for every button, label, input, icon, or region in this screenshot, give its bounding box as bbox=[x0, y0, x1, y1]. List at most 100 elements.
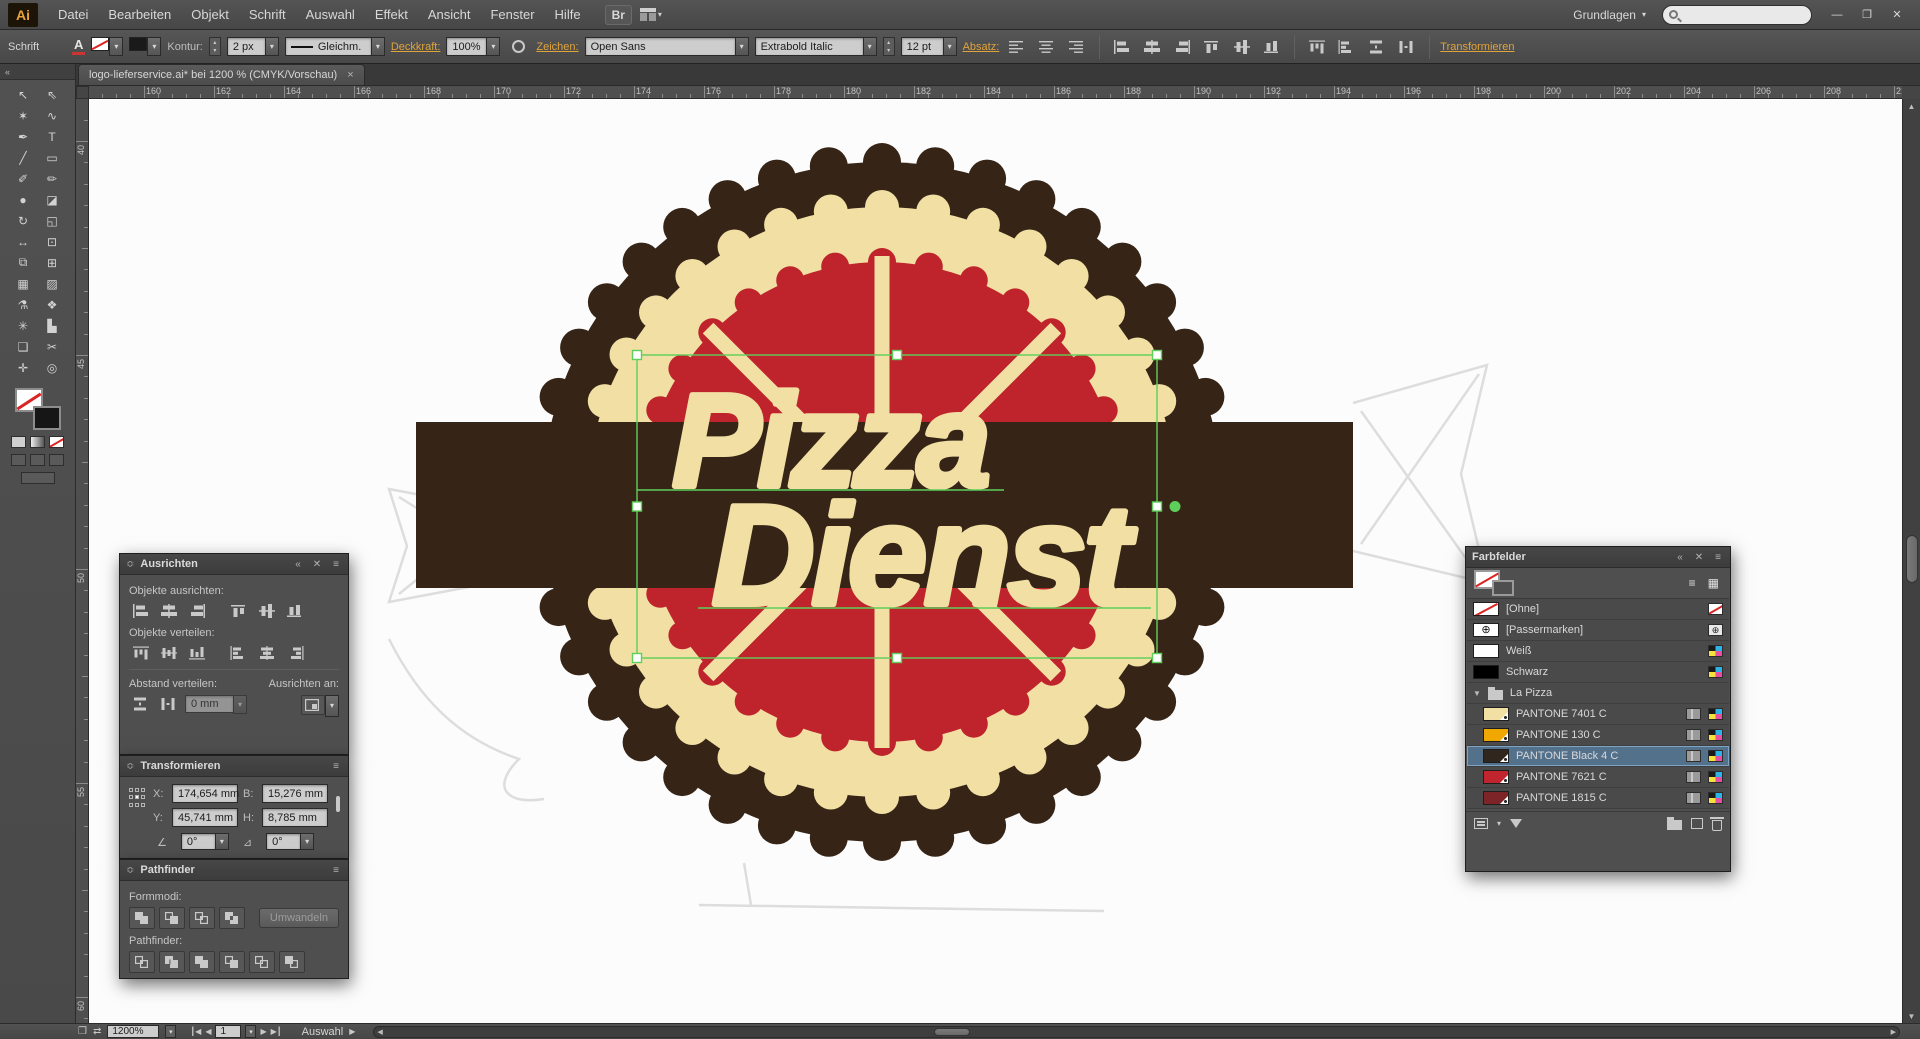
stepper-down-icon[interactable]: ▾ bbox=[887, 47, 890, 55]
distribute-bottom-button[interactable] bbox=[185, 643, 209, 663]
list-view-button[interactable]: ≡ bbox=[1686, 576, 1699, 590]
color-button[interactable] bbox=[11, 436, 26, 448]
pen-tool[interactable]: ✒ bbox=[9, 126, 38, 147]
handle-bottom-right[interactable] bbox=[1153, 654, 1162, 663]
merge-button[interactable] bbox=[189, 951, 215, 973]
unite-button[interactable] bbox=[129, 907, 155, 929]
symbol-sprayer-tool[interactable]: ✳ bbox=[9, 315, 38, 336]
character-color-icon[interactable]: A bbox=[72, 38, 85, 55]
shear-combo[interactable]: 0° ▾ bbox=[266, 833, 314, 852]
menu-bearbeiten[interactable]: Bearbeiten bbox=[98, 0, 181, 30]
swatches-panel-title[interactable]: Farbfelder bbox=[1472, 551, 1526, 563]
distribute-hcenter-button[interactable] bbox=[255, 643, 279, 663]
zoom-dropdown-icon[interactable]: ▾ bbox=[165, 1025, 176, 1038]
magic-wand-tool[interactable]: ✶ bbox=[9, 105, 38, 126]
distribute-vcenter-button[interactable] bbox=[157, 643, 181, 663]
align-paragraph-right-button[interactable] bbox=[1065, 37, 1089, 57]
vertical-scroll-thumb[interactable] bbox=[1906, 535, 1918, 583]
rotate-tool[interactable]: ↻ bbox=[9, 210, 38, 231]
cb-align-right-button[interactable] bbox=[1170, 37, 1194, 57]
handle-bottom-left[interactable] bbox=[633, 654, 642, 663]
align-paragraph-center-button[interactable] bbox=[1035, 37, 1059, 57]
panel-collapse-icon[interactable]: « bbox=[292, 559, 304, 570]
handle-bottom-mid[interactable] bbox=[893, 654, 902, 663]
selection-tool[interactable]: ↖ bbox=[9, 84, 38, 105]
panel-menu-icon[interactable]: ≡ bbox=[330, 559, 342, 570]
rotate-combo[interactable]: 0° ▾ bbox=[181, 833, 229, 852]
align-vcenter-button[interactable] bbox=[255, 601, 279, 621]
cb-distribute-top-button[interactable] bbox=[1305, 37, 1329, 57]
scroll-down-icon[interactable]: ▼ bbox=[1903, 1009, 1920, 1023]
minus-back-button[interactable] bbox=[279, 951, 305, 973]
perspective-grid-tool[interactable]: ⊞ bbox=[38, 252, 67, 273]
absatz-link[interactable]: Absatz: bbox=[963, 41, 1000, 53]
menu-effekt[interactable]: Effekt bbox=[365, 0, 418, 30]
swatch-row[interactable]: PANTONE 7401 C bbox=[1467, 704, 1729, 725]
vertical-ruler[interactable]: 4045505560 bbox=[76, 99, 89, 1023]
stepper-up-icon[interactable]: ▴ bbox=[887, 39, 890, 47]
menu-hilfe[interactable]: Hilfe bbox=[545, 0, 591, 30]
lasso-tool[interactable]: ∿ bbox=[38, 105, 67, 126]
opacity-value[interactable]: 100% bbox=[446, 37, 486, 56]
handle-mid-left[interactable] bbox=[633, 502, 642, 511]
swatch-row[interactable]: PANTONE 7621 C bbox=[1467, 767, 1729, 788]
draw-behind-button[interactable] bbox=[30, 454, 45, 466]
stroke-style-combo[interactable]: Gleichm. ▾ bbox=[285, 37, 385, 56]
menu-schrift[interactable]: Schrift bbox=[239, 0, 296, 30]
font-style-value[interactable]: Extrabold Italic bbox=[755, 37, 863, 56]
slice-tool[interactable]: ✂ bbox=[38, 336, 67, 357]
menu-objekt[interactable]: Objekt bbox=[181, 0, 239, 30]
cb-align-left-button[interactable] bbox=[1110, 37, 1134, 57]
swatch-row[interactable]: PANTONE 1815 C bbox=[1467, 788, 1729, 809]
trim-button[interactable] bbox=[159, 951, 185, 973]
shape-builder-tool[interactable]: ⧉ bbox=[9, 252, 38, 273]
eyedropper-tool[interactable]: ⚗ bbox=[9, 294, 38, 315]
swatch-row[interactable]: Schwarz bbox=[1467, 662, 1729, 683]
artboard-tool[interactable]: ❑ bbox=[9, 336, 38, 357]
width-tool[interactable]: ↔ bbox=[9, 231, 38, 252]
transformieren-link[interactable]: Transformieren bbox=[1440, 41, 1514, 53]
font-family-combo[interactable]: Open Sans ▾ bbox=[585, 37, 749, 56]
stroke-weight-value[interactable]: 2 px bbox=[227, 37, 265, 56]
panel-menu-icon[interactable]: ≡ bbox=[330, 761, 342, 772]
toolbar-collapse-icon[interactable]: « bbox=[5, 67, 10, 77]
window-close-button[interactable]: ✕ bbox=[1882, 5, 1912, 25]
blob-brush-tool[interactable]: ● bbox=[9, 189, 38, 210]
cb-align-bottom-button[interactable] bbox=[1260, 37, 1284, 57]
panel-menu-icon[interactable]: ≡ bbox=[1712, 552, 1724, 563]
stepper-down-icon[interactable]: ▾ bbox=[213, 47, 216, 55]
panel-close-icon[interactable]: ✕ bbox=[310, 559, 324, 570]
width-value-field[interactable]: 15,276 mm bbox=[262, 784, 328, 803]
artboard-number-field[interactable]: 1 bbox=[215, 1025, 241, 1038]
column-graph-tool[interactable]: ▙ bbox=[38, 315, 67, 336]
stroke-weight-combo[interactable]: 2 px ▾ bbox=[227, 37, 279, 56]
folder-caret-icon[interactable]: ▼ bbox=[1473, 689, 1481, 698]
new-swatch-icon[interactable] bbox=[1691, 818, 1703, 829]
stepper-up-icon[interactable]: ▴ bbox=[213, 39, 216, 47]
style-icon[interactable] bbox=[506, 37, 530, 57]
panel-collapse-icon[interactable]: « bbox=[1674, 552, 1686, 563]
align-right-button[interactable] bbox=[185, 601, 209, 621]
grid-view-button[interactable]: ▦ bbox=[1705, 576, 1722, 590]
font-size-value[interactable]: 12 pt bbox=[901, 37, 943, 56]
horizontal-scroll-thumb[interactable] bbox=[934, 1028, 970, 1036]
exclude-button[interactable] bbox=[219, 907, 245, 929]
search-input[interactable] bbox=[1682, 9, 1792, 21]
distribute-right-button[interactable] bbox=[283, 643, 307, 663]
align-left-button[interactable] bbox=[129, 601, 153, 621]
font-size-stepper[interactable]: ▴ ▾ bbox=[883, 37, 895, 56]
horizontal-ruler[interactable]: 1601621641661681701721741761781801821841… bbox=[89, 86, 1902, 99]
free-transform-tool[interactable]: ⊡ bbox=[38, 231, 67, 252]
minus-front-button[interactable] bbox=[159, 907, 185, 929]
new-color-group-icon[interactable] bbox=[1667, 820, 1682, 830]
cb-align-hcenter-button[interactable] bbox=[1140, 37, 1164, 57]
transform-panel-title[interactable]: Transformieren bbox=[140, 760, 220, 772]
vertical-scrollbar[interactable]: ▲ ▼ bbox=[1902, 99, 1920, 1023]
distribute-top-button[interactable] bbox=[129, 643, 153, 663]
window-minimize-button[interactable]: — bbox=[1822, 5, 1852, 25]
x-value-field[interactable]: 174,654 mm bbox=[172, 784, 238, 803]
space-horizontal-button[interactable] bbox=[157, 694, 181, 714]
show-swatch-kinds-icon[interactable] bbox=[1510, 819, 1522, 828]
artboard-dropdown-icon[interactable]: ▾ bbox=[245, 1025, 256, 1038]
stroke-proxy-swatch[interactable] bbox=[33, 406, 61, 430]
